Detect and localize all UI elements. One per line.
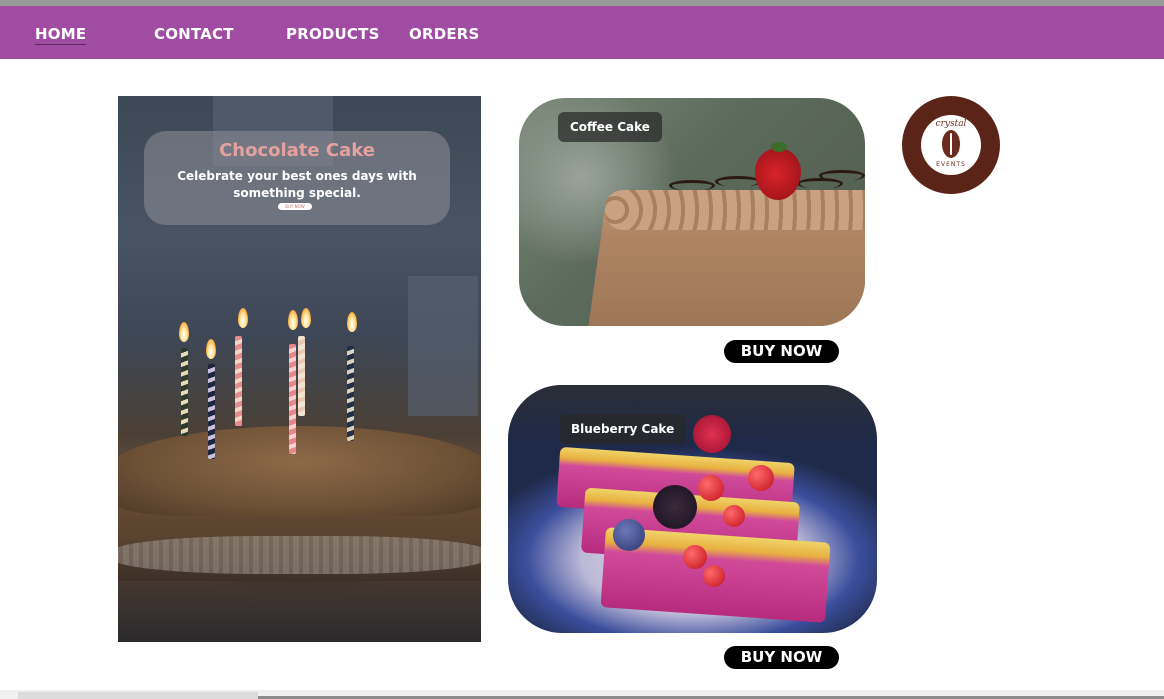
hero-title: Chocolate Cake <box>219 140 375 161</box>
candle-flame <box>179 322 189 342</box>
blueberry-cake-image: Blueberry Cake <box>508 385 877 633</box>
hero-buy-button[interactable]: BUY NOW <box>278 203 312 210</box>
main-navbar: HOME CONTACT PRODUCTS ORDERS <box>0 6 1164 59</box>
candle <box>347 346 354 441</box>
coffee-cake-image: Coffee Cake <box>519 98 865 326</box>
chocolate-curl <box>669 180 715 191</box>
scrollbar-thumb[interactable] <box>18 692 258 699</box>
candle-flame <box>288 310 298 330</box>
background-chair <box>408 276 478 416</box>
candle <box>289 344 296 454</box>
hero-subtitle: Celebrate your best ones days with somet… <box>177 169 417 200</box>
blackberry <box>653 485 697 529</box>
chocolate-cake-hero: Chocolate Cake Celebrate your best ones … <box>118 96 481 642</box>
chocolate-curl <box>819 170 865 181</box>
cake-top <box>118 426 481 516</box>
nav-products-link[interactable]: PRODUCTS <box>286 25 380 43</box>
candle <box>235 336 242 426</box>
blueberry-cake-buy-button[interactable]: BUY NOW <box>724 646 839 669</box>
blueberry <box>613 519 645 551</box>
strawberry-leaf <box>771 142 787 152</box>
logo-inner-circle: crystal EVENTS <box>921 115 981 175</box>
red-currant <box>703 565 725 587</box>
red-currant <box>698 475 724 501</box>
brand-logo[interactable]: crystal EVENTS <box>902 96 1000 194</box>
candle-flame <box>206 339 216 359</box>
cake-doily <box>118 536 481 574</box>
red-currant <box>683 545 707 569</box>
blueberry-cake-label: Blueberry Cake <box>559 414 687 444</box>
red-currant <box>748 465 774 491</box>
candle-flame <box>347 312 357 332</box>
coffee-cake-buy-button[interactable]: BUY NOW <box>724 340 839 363</box>
nav-contact-link[interactable]: CONTACT <box>154 25 234 43</box>
coffee-bean-icon <box>942 130 960 158</box>
nav-home-link[interactable]: HOME <box>35 25 87 45</box>
logo-script-text: crystal <box>935 119 967 129</box>
hero-caption-box: Chocolate Cake Celebrate your best ones … <box>144 131 450 225</box>
candle <box>181 348 188 436</box>
raspberry <box>693 415 731 453</box>
logo-subtext: EVENTS <box>936 161 966 168</box>
red-currant <box>723 505 745 527</box>
candle-flame <box>238 308 248 328</box>
coffee-cake-label: Coffee Cake <box>558 112 662 142</box>
nav-orders-link[interactable]: ORDERS <box>409 25 480 43</box>
chocolate-curl <box>715 176 761 187</box>
candle-flame <box>301 308 311 328</box>
candle <box>208 364 215 459</box>
candle <box>298 336 305 416</box>
coffee-cake-frosting <box>605 190 865 230</box>
